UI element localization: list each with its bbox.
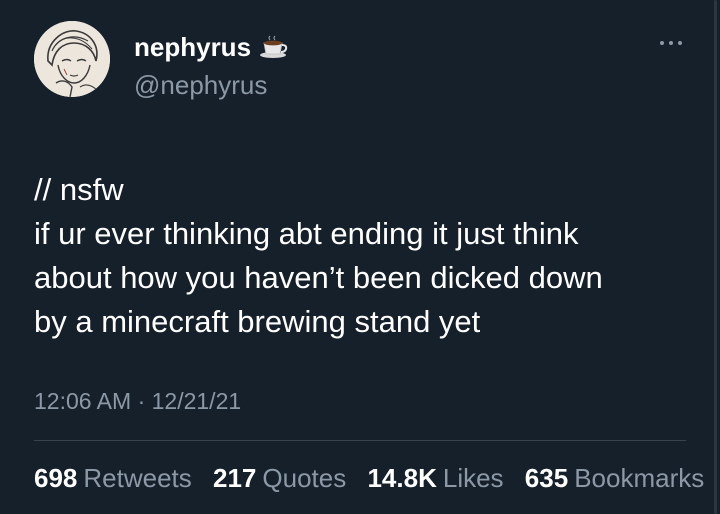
author-display-name[interactable]: nephyrus [134, 32, 251, 62]
retweets-stat[interactable]: 698 Retweets [34, 463, 192, 494]
tweet-text-line: about how you haven’t been dicked down [34, 260, 603, 295]
likes-label: Likes [442, 463, 504, 493]
tweet-text-line: // nsfw [34, 172, 124, 207]
bookmarks-count: 635 [524, 463, 569, 493]
likes-count: 14.8K [367, 463, 437, 493]
more-options-icon[interactable] [656, 36, 686, 48]
retweets-count: 698 [34, 463, 78, 493]
scrollbar[interactable] [714, 0, 717, 514]
avatar[interactable] [34, 21, 110, 97]
quotes-count: 217 [213, 463, 257, 493]
bookmarks-label: Bookmarks [574, 463, 705, 493]
tweet-text: // nsfw if ur ever thinking abt ending i… [34, 168, 694, 344]
divider [34, 440, 686, 441]
retweets-label: Retweets [83, 463, 192, 493]
tweet-text-line: by a minecraft brewing stand yet [34, 304, 481, 339]
tweet-text-line: if ur ever thinking abt ending it just t… [34, 216, 579, 251]
author-handle[interactable]: @nephyrus [134, 70, 267, 100]
coffee-cup-icon [259, 35, 289, 59]
bookmarks-stat[interactable]: 635 Bookmarks [525, 463, 704, 494]
author-name-row: nephyrus [134, 32, 289, 62]
tweet-stats: 698 Retweets 217 Quotes 14.8K Likes 635 Book… [34, 463, 720, 494]
likes-stat[interactable]: 14.8K Likes [367, 463, 503, 494]
tweet-card: nephyrus @nephyrus // nsfw if ur ever th… [0, 0, 720, 514]
quotes-stat[interactable]: 217 Quotes [213, 463, 346, 494]
avatar-illustration-icon [34, 21, 110, 97]
quotes-label: Quotes [262, 463, 347, 493]
tweet-timestamp[interactable]: 12:06 AM · 12/21/21 [34, 388, 241, 415]
